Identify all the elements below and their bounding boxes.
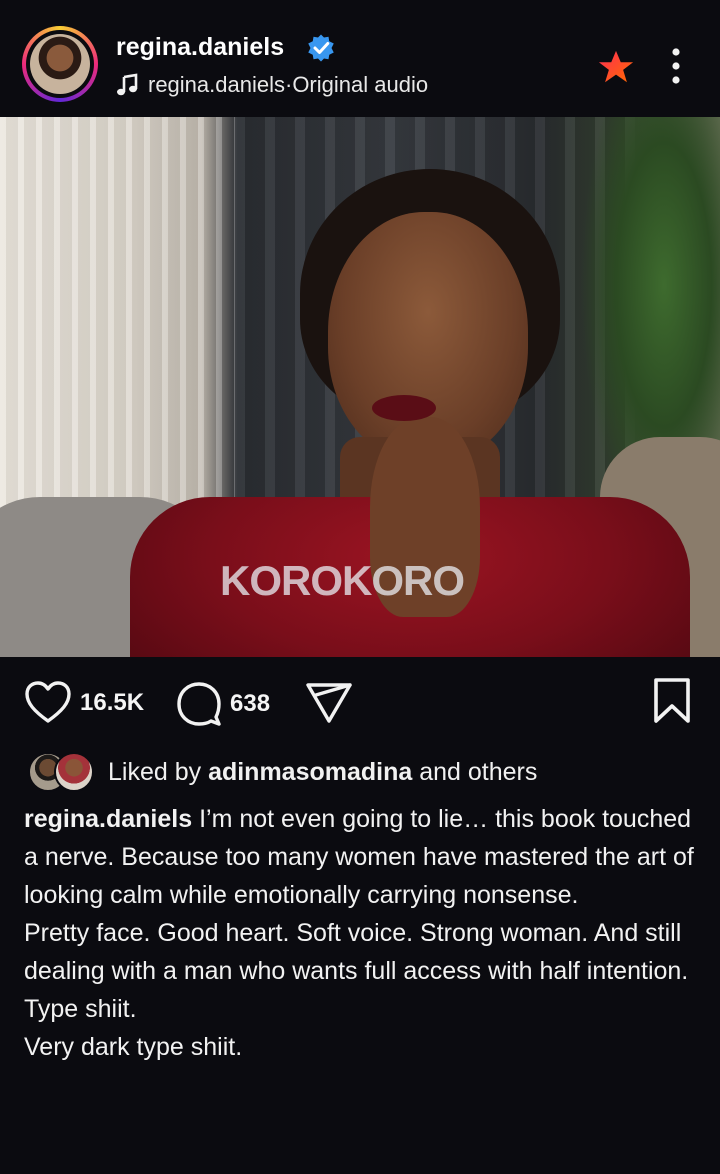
audio-link[interactable]: regina.daniels · Original audio [116, 72, 428, 98]
watermark: KOROKORO [220, 557, 465, 604]
caption-line: Type shiit. [24, 995, 137, 1023]
comments-count[interactable]: 638 [230, 690, 270, 718]
caption-username[interactable]: regina.daniels [24, 805, 192, 833]
send-icon [306, 683, 352, 723]
lips [372, 395, 436, 421]
star-icon[interactable] [597, 48, 635, 86]
post-caption: regina.daniels I’m not even going to lie… [24, 800, 704, 1066]
music-note-icon [117, 73, 138, 96]
liker-avatar [54, 752, 94, 792]
post-header: regina.daniels regina.daniels · Original… [0, 0, 720, 117]
save-button[interactable] [652, 677, 692, 725]
audio-user: regina.daniels [148, 72, 285, 97]
audio-separator: · [284, 72, 293, 97]
post-actions-bar: 16.5K 638 [0, 657, 720, 747]
caption-line: Pretty face. Good heart. Soft voice. Str… [24, 919, 689, 985]
username-link[interactable]: regina.daniels [116, 33, 284, 62]
avatar-image [30, 34, 90, 94]
verified-badge-icon [308, 34, 334, 62]
liked-by-row[interactable]: Liked by adinmasomadina and others [28, 752, 537, 792]
share-button[interactable] [305, 681, 353, 725]
caption-line: Very dark type shiit. [24, 1033, 243, 1061]
like-button[interactable]: 16.5K [24, 681, 144, 725]
likes-count[interactable]: 16.5K [80, 689, 144, 717]
comment-button[interactable]: 638 [176, 681, 270, 727]
post-media[interactable]: KOROKORO [0, 117, 720, 657]
audio-label: Original audio [292, 72, 429, 97]
more-vertical-icon[interactable] [662, 46, 690, 86]
comment-icon [177, 682, 221, 726]
profile-avatar[interactable] [22, 26, 98, 102]
heart-icon [25, 681, 71, 723]
liked-by-user[interactable]: adinmasomadina [208, 758, 412, 786]
bookmark-icon [654, 678, 690, 723]
liked-by-text: Liked by adinmasomadina and others [108, 757, 538, 786]
